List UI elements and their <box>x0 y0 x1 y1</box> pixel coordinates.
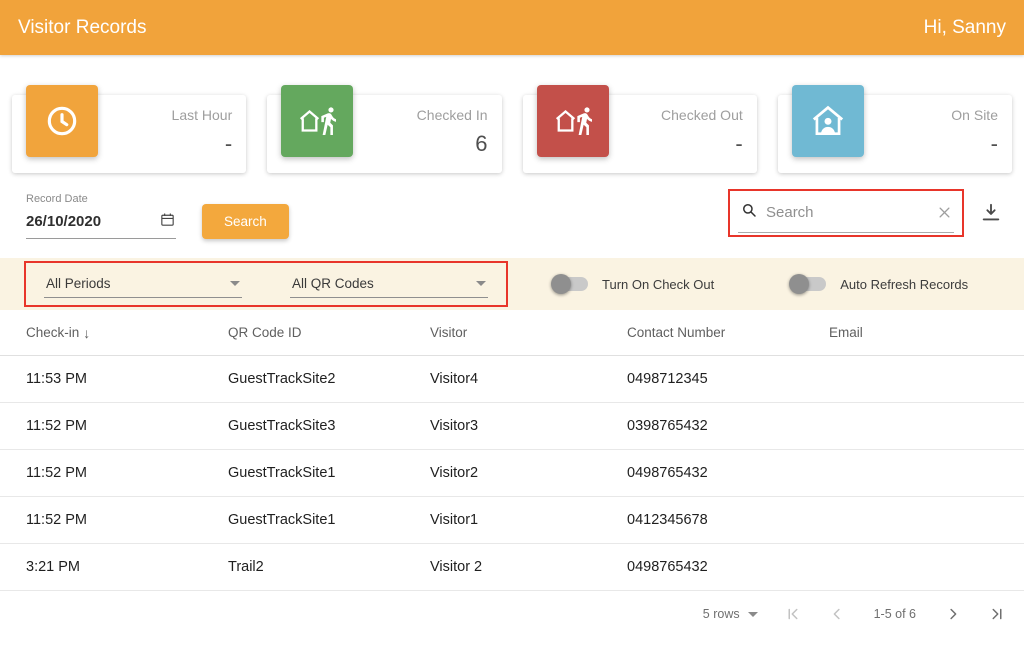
auto-refresh-toggle[interactable] <box>792 277 826 291</box>
previous-page-icon[interactable] <box>828 605 846 623</box>
auto-refresh-toggle-label: Auto Refresh Records <box>840 277 968 292</box>
search-box-annotation <box>728 189 964 237</box>
rows-per-page-value: 5 rows <box>703 607 740 621</box>
search-box <box>738 199 954 233</box>
stat-value: - <box>951 131 998 157</box>
stat-label: On Site <box>951 107 998 123</box>
chevron-down-icon <box>230 281 240 286</box>
search-input[interactable] <box>766 204 929 221</box>
cell-contact: 0498765432 <box>627 465 829 481</box>
cell-qr-code: Trail2 <box>228 559 430 575</box>
last-page-icon[interactable] <box>988 605 1006 623</box>
rows-per-page-select[interactable]: 5 rows <box>703 607 758 621</box>
walk-in-icon <box>281 85 353 157</box>
stat-value: - <box>172 131 233 157</box>
periods-select-value: All Periods <box>46 276 111 291</box>
person-home-icon <box>792 85 864 157</box>
sort-descending-icon[interactable]: ↓ <box>83 325 90 341</box>
next-page-icon[interactable] <box>944 605 962 623</box>
table-body: 11:53 PM GuestTrackSite2 Visitor4 049871… <box>0 356 1024 591</box>
table-header: Check-in ↓ QR Code ID Visitor Contact Nu… <box>0 310 1024 356</box>
table-row[interactable]: 11:52 PM GuestTrackSite3 Visitor3 039876… <box>0 403 1024 450</box>
stat-label: Checked In <box>417 107 488 123</box>
clock-icon <box>26 85 98 157</box>
cell-checkin: 3:21 PM <box>26 559 228 575</box>
column-header-checkin[interactable]: Check-in ↓ <box>26 325 228 341</box>
cell-contact: 0398765432 <box>627 418 829 434</box>
chevron-down-icon <box>748 612 758 617</box>
page-title: Visitor Records <box>18 17 146 39</box>
stat-label: Last Hour <box>172 107 233 123</box>
visitor-records-page: Visitor Records Hi, Sanny Last Hour - Ch… <box>0 0 1024 647</box>
cell-qr-code: GuestTrackSite1 <box>228 465 430 481</box>
record-date-field: Record Date 26/10/2020 <box>26 193 176 239</box>
user-greeting[interactable]: Hi, Sanny <box>924 17 1006 39</box>
cell-qr-code: GuestTrackSite1 <box>228 512 430 528</box>
walk-out-icon <box>537 85 609 157</box>
cell-visitor: Visitor2 <box>430 465 627 481</box>
stat-label: Checked Out <box>661 107 743 123</box>
dropdowns-annotation: All Periods All QR Codes <box>24 261 508 307</box>
cell-contact: 0412345678 <box>627 512 829 528</box>
stat-value: - <box>661 131 743 157</box>
cell-visitor: Visitor3 <box>430 418 627 434</box>
records-table: Check-in ↓ QR Code ID Visitor Contact Nu… <box>0 310 1024 591</box>
stat-card-checked-out: Checked Out - <box>523 95 757 173</box>
column-header-contact[interactable]: Contact Number <box>627 325 829 340</box>
column-header-email[interactable]: Email <box>829 325 1024 340</box>
stat-card-on-site: On Site - <box>778 95 1012 173</box>
cell-contact: 0498765432 <box>627 559 829 575</box>
secondary-filter-bar: All Periods All QR Codes Turn On Check O… <box>0 258 1024 310</box>
search-icon <box>740 201 758 224</box>
pagination-bar: 5 rows 1-5 of 6 <box>0 591 1024 637</box>
qr-codes-select[interactable]: All QR Codes <box>290 270 488 298</box>
qr-codes-select-value: All QR Codes <box>292 276 374 291</box>
filter-bar: Record Date 26/10/2020 Search <box>0 173 1024 258</box>
cell-qr-code: GuestTrackSite3 <box>228 418 430 434</box>
cell-checkin: 11:52 PM <box>26 465 228 481</box>
first-page-icon[interactable] <box>784 605 802 623</box>
periods-select[interactable]: All Periods <box>44 270 242 298</box>
app-header: Visitor Records Hi, Sanny <box>0 0 1024 55</box>
checkout-toggle[interactable] <box>554 277 588 291</box>
checkout-toggle-group: Turn On Check Out <box>554 277 714 292</box>
record-date-value: 26/10/2020 <box>26 213 101 230</box>
download-icon[interactable] <box>980 202 1002 224</box>
table-row[interactable]: 11:52 PM GuestTrackSite1 Visitor1 041234… <box>0 497 1024 544</box>
cell-visitor: Visitor 2 <box>430 559 627 575</box>
calendar-icon[interactable] <box>159 211 176 232</box>
page-range-label: 1-5 of 6 <box>874 607 916 621</box>
record-date-label: Record Date <box>26 193 176 205</box>
checkout-toggle-label: Turn On Check Out <box>602 277 714 292</box>
stat-card-last-hour: Last Hour - <box>12 95 246 173</box>
column-header-visitor[interactable]: Visitor <box>430 325 627 340</box>
stat-card-checked-in: Checked In 6 <box>267 95 501 173</box>
cell-visitor: Visitor4 <box>430 371 627 387</box>
record-date-input[interactable]: 26/10/2020 <box>26 211 176 239</box>
stat-value: 6 <box>417 131 488 157</box>
cell-qr-code: GuestTrackSite2 <box>228 371 430 387</box>
cell-checkin: 11:52 PM <box>26 512 228 528</box>
auto-refresh-toggle-group: Auto Refresh Records <box>792 277 968 292</box>
column-header-qr-code[interactable]: QR Code ID <box>228 325 430 340</box>
clear-search-icon[interactable] <box>937 205 952 220</box>
table-row[interactable]: 3:21 PM Trail2 Visitor 2 0498765432 <box>0 544 1024 591</box>
cell-checkin: 11:53 PM <box>26 371 228 387</box>
table-row[interactable]: 11:52 PM GuestTrackSite1 Visitor2 049876… <box>0 450 1024 497</box>
chevron-down-icon <box>476 281 486 286</box>
cell-checkin: 11:52 PM <box>26 418 228 434</box>
cell-visitor: Visitor1 <box>430 512 627 528</box>
stats-row: Last Hour - Checked In 6 Checked Out - <box>0 95 1024 173</box>
cell-contact: 0498712345 <box>627 371 829 387</box>
table-row[interactable]: 11:53 PM GuestTrackSite2 Visitor4 049871… <box>0 356 1024 403</box>
search-button[interactable]: Search <box>202 204 289 239</box>
